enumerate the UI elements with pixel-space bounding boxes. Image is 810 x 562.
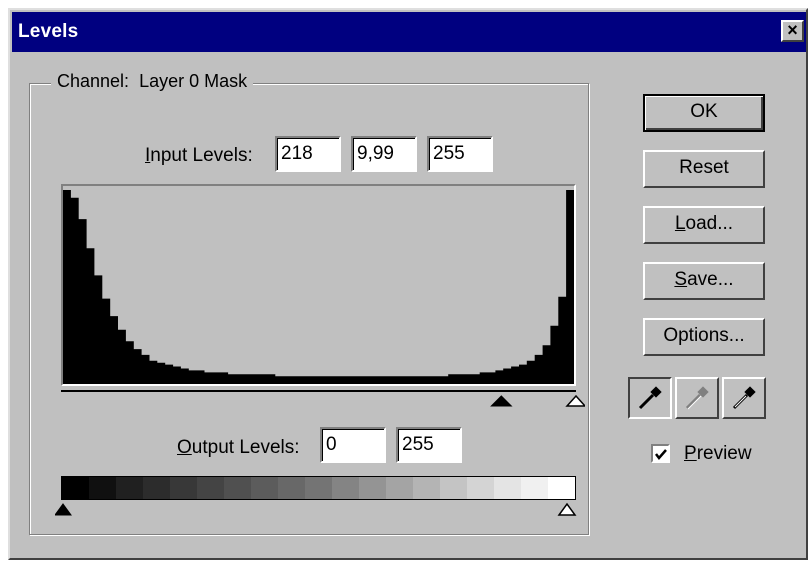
gray-eyedropper-icon	[685, 386, 709, 410]
gradient-step	[251, 477, 278, 499]
reset-button[interactable]: Reset	[643, 150, 765, 188]
histogram	[61, 184, 576, 386]
gradient-step	[170, 477, 197, 499]
gradient-step	[359, 477, 386, 499]
histogram-bars	[63, 190, 574, 384]
close-icon: ×	[787, 20, 798, 40]
gradient-step	[521, 477, 548, 499]
preview-checkbox[interactable]	[651, 444, 670, 463]
black-eyedropper-icon	[638, 386, 662, 410]
gradient-step	[278, 477, 305, 499]
preview-label[interactable]: Preview	[684, 443, 752, 465]
output-black-handle[interactable]	[55, 503, 72, 516]
input-levels-label: Input Levels:	[145, 145, 253, 166]
input-black-field[interactable]: 218	[275, 136, 341, 172]
gradient-step	[224, 477, 251, 499]
white-eyedropper-icon	[732, 386, 756, 410]
save-button[interactable]: Save...	[643, 262, 765, 300]
gray-eyedropper-button[interactable]	[675, 377, 719, 419]
black-eyedropper-button[interactable]	[628, 377, 672, 419]
gradient-step	[332, 477, 359, 499]
input-white-handle[interactable]	[565, 394, 585, 407]
output-slider-handles[interactable]	[55, 500, 585, 518]
input-gamma-field[interactable]: 9,99	[351, 136, 417, 172]
gradient-step	[305, 477, 332, 499]
checkmark-icon	[655, 449, 667, 460]
output-levels-label: Output Levels:	[177, 437, 300, 458]
input-slider-handles[interactable]	[55, 390, 585, 412]
load-button[interactable]: Load...	[643, 206, 765, 244]
output-gradient-bar	[61, 476, 576, 500]
output-white-field[interactable]: 255	[396, 427, 462, 463]
white-eyedropper-button[interactable]	[722, 377, 766, 419]
channel-value: Layer 0 Mask	[139, 71, 248, 91]
gradient-step	[89, 477, 116, 499]
gradient-step	[467, 477, 494, 499]
channel-label: Channel:	[57, 71, 130, 91]
gradient-step	[548, 477, 575, 499]
gradient-step	[116, 477, 143, 499]
output-black-field[interactable]: 0	[320, 427, 386, 463]
histogram-chart	[63, 190, 574, 384]
ok-button[interactable]: OK	[643, 94, 765, 132]
gradient-step	[197, 477, 224, 499]
output-white-handle[interactable]	[557, 502, 577, 516]
gradient-step	[440, 477, 467, 499]
gradient-step	[494, 477, 521, 499]
input-white-field[interactable]: 255	[427, 136, 493, 172]
gradient-step	[413, 477, 440, 499]
close-button[interactable]: ×	[781, 20, 804, 42]
options-button[interactable]: Options...	[643, 318, 765, 356]
dialog-title: Levels	[18, 21, 79, 42]
title-bar[interactable]: Levels ×	[12, 12, 806, 52]
channel-legend: Channel: Layer 0 Mask	[51, 71, 254, 92]
gradient-step	[386, 477, 413, 499]
gradient-step	[143, 477, 170, 499]
gradient-step	[62, 477, 89, 499]
input-gamma-handle[interactable]	[490, 395, 513, 407]
